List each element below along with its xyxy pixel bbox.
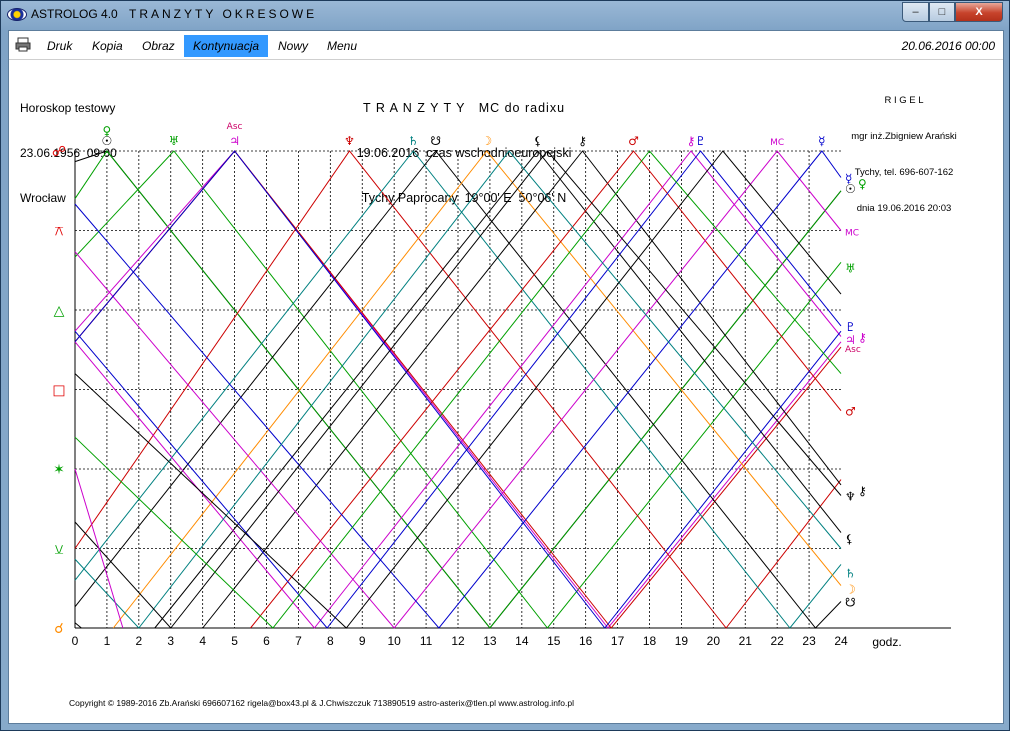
x-tick-label: 3 [167,634,174,648]
top-planet-label: ☋ [430,134,441,148]
x-tick-label: 13 [483,634,497,648]
minimize-icon: – [912,6,919,18]
right-planet-label: ♇ [845,320,856,334]
astrolog-eye-icon [7,8,27,21]
right-planet-label: Asc [845,345,861,355]
right-planet-label: ♀ [858,177,867,191]
aspect-glyph: ☍ [52,144,66,160]
app-name: ASTROLOG 4.0 [31,7,118,21]
x-tick-label: 11 [420,634,433,648]
x-tick-label: 23 [802,634,816,648]
aspect-glyph: ⚻ [54,224,63,240]
top-planet-label: ♃ [229,134,240,148]
right-planet-label: ☋ [845,596,856,610]
top-planet-label: ⚷ [578,134,587,148]
right-planet-label: ⚷ [858,484,867,498]
right-planet-label: ♄ [845,566,856,580]
right-planet-label: ☽ [845,582,856,596]
close-button[interactable]: X [955,2,1003,22]
x-tick-label: 22 [770,634,784,648]
x-tick-label: 4 [199,634,206,648]
x-tick-label: 15 [547,634,561,648]
transit-line [74,622,82,629]
right-planet-label: ⚷ [858,331,867,345]
x-tick-label: 6 [263,634,270,648]
maximize-button[interactable]: □ [929,2,955,22]
transit-chart: 0 1 2 3 4 5 6 7 8 9 10 11 12 13 14 15 16 17 18 19 20 21 22 23 24… [52,122,951,649]
top-planet-label: ☿ [818,134,825,148]
top-planet-label: ⚸ [533,134,542,148]
aspect-glyph: ✶ [53,462,65,478]
top-planet-label: ☽ [481,134,492,148]
title-bar[interactable]: ASTROLOG 4.0 TRANZYTY OKRESOWE – □ X [1,1,1009,29]
x-tick-label: 21 [739,634,753,648]
transit-line [154,150,842,629]
x-tick-label: 24 [834,634,848,648]
top-planet-label: ♆ [344,134,355,148]
app-window: ASTROLOG 4.0 TRANZYTY OKRESOWE – □ X Dru… [0,0,1010,731]
right-planet-label: ♂ [845,405,856,419]
x-axis-label: godz. [872,635,901,649]
aspect-glyph: ☌ [54,621,63,637]
top-planet-label: Asc [227,122,243,132]
right-planet-label: ♅ [845,262,856,276]
top-planet-label: MC [770,138,784,148]
x-tick-label: 8 [327,634,334,648]
aspect-glyph: △ [54,303,65,319]
aspect-glyph: ⚺ [54,542,63,558]
x-tick-label: 7 [295,634,302,648]
window-title: TRANZYTY OKRESOWE [129,7,318,21]
right-planet-label: ⚸ [845,532,854,546]
right-planet-label: ☉ [845,182,856,196]
x-tick-label: 16 [579,634,593,648]
x-tick-label: 10 [387,634,401,648]
top-planet-label: ♄ [408,134,419,148]
x-tick-label: 19 [675,634,689,648]
x-tick-label: 5 [231,634,238,648]
right-planet-label: ♆ [845,490,856,504]
top-planet-label: ⚷ [687,134,696,148]
top-planet-label: ♂ [628,134,639,148]
x-tick-label: 17 [611,634,625,648]
right-planet-label: MC [845,229,859,239]
maximize-icon: □ [938,6,946,18]
top-planet-label: ♀ [103,124,112,138]
minimize-button[interactable]: – [902,2,929,22]
x-tick-label: 18 [643,634,657,648]
x-tick-label: 0 [72,634,79,648]
x-tick-label: 14 [515,634,529,648]
top-planet-label: ♇ [695,134,706,148]
x-tick-label: 2 [135,634,142,648]
x-tick-label: 9 [359,634,366,648]
x-tick-label: 12 [451,634,465,648]
client-area: Druk Kopia Obraz Kontynuacja Nowy Menu 2… [8,30,1004,724]
close-icon: X [975,6,983,18]
aspect-glyph: □ [52,383,65,399]
x-tick-label: 1 [104,634,111,648]
top-planet-label: ♅ [169,134,180,148]
copyright-footer: Copyright © 1989-2016 Zb.Arański 6966071… [69,698,574,708]
x-tick-label: 20 [707,634,721,648]
